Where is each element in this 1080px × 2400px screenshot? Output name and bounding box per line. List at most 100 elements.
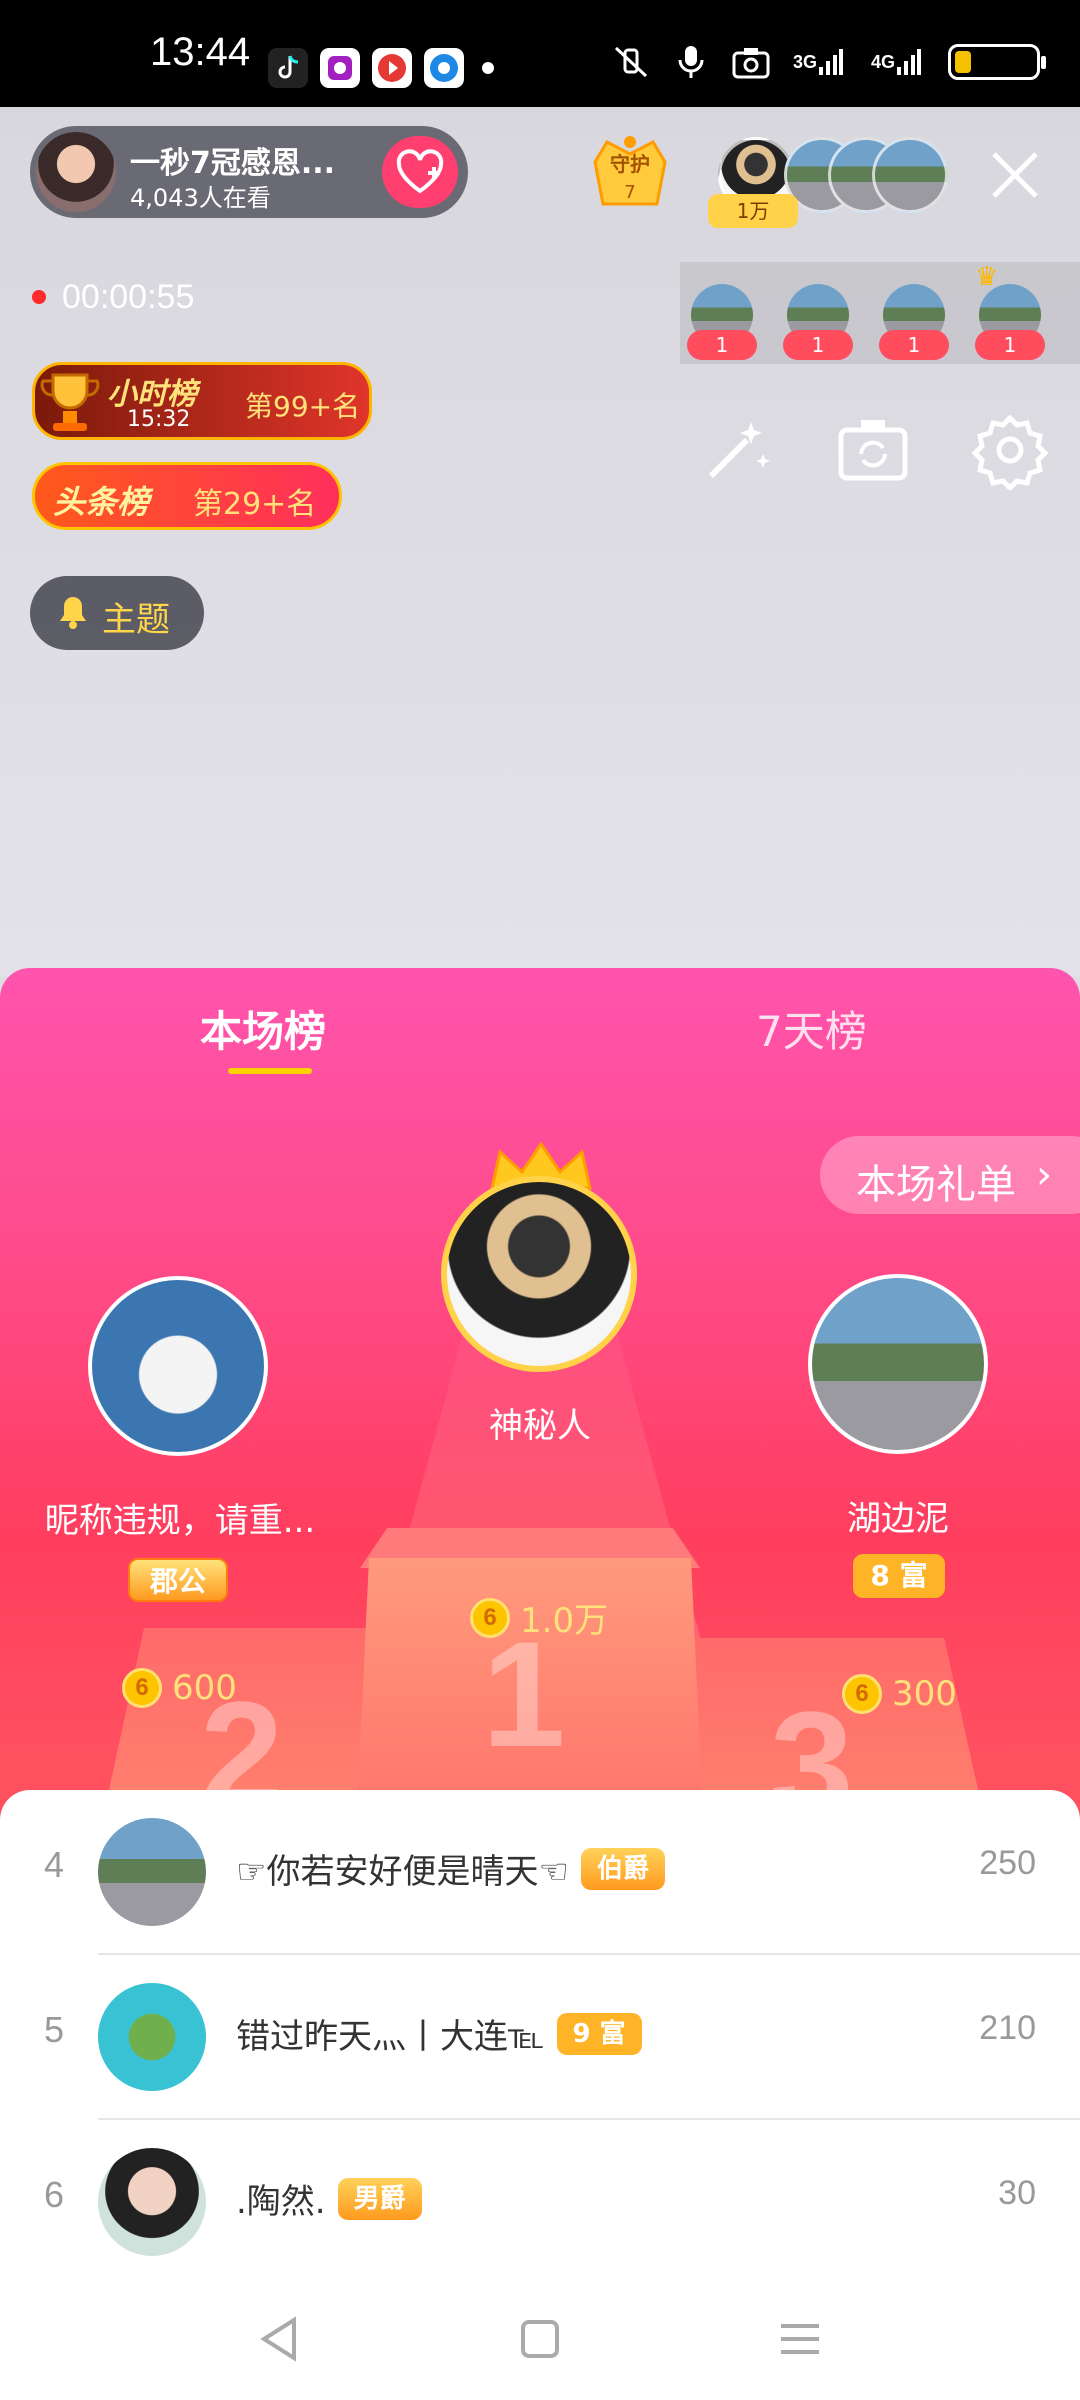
third-place-badge: 8 富 — [853, 1554, 945, 1598]
list-item-score: 210 — [979, 2009, 1036, 2047]
browser-icon — [424, 48, 464, 88]
list-item-name-wrap: 错过昨天灬丨大连℡ 9 富 — [236, 2009, 642, 2058]
menu-lines-icon — [781, 2324, 819, 2354]
list-item-name-wrap: ☞你若安好便是晴天☜ 伯爵 — [236, 1844, 665, 1893]
coin-icon: 6 — [842, 1674, 882, 1714]
first-place-score-value: 1.0万 — [520, 1601, 609, 1641]
back-triangle-icon — [260, 2316, 296, 2362]
heart-plus-icon — [396, 149, 444, 194]
signal-3g-icon: 3G — [792, 44, 844, 80]
online-user-tag: 1 — [975, 330, 1045, 360]
list-item[interactable]: 4 ☞你若安好便是晴天☜ 伯爵 250 — [0, 1790, 1080, 1955]
flip-camera-icon — [838, 420, 908, 481]
list-item-badge: 9 富 — [556, 2012, 642, 2055]
theme-label: 主题 — [102, 600, 170, 640]
second-place-avatar[interactable] — [88, 1276, 268, 1456]
live-timer: 00:00:55 — [62, 278, 195, 316]
first-place-name: 神秘人 — [489, 1406, 591, 1446]
second-place-badge: 郡公 — [128, 1558, 228, 1602]
gear-icon — [971, 414, 1049, 492]
list-item-name: 错过昨天灬丨大连℡ — [236, 2017, 545, 2057]
home-button[interactable] — [505, 2304, 575, 2374]
coin-icon: 6 — [122, 1668, 162, 1708]
host-name: 一秒7冠感恩... — [130, 146, 336, 181]
online-user-tag: 1 — [783, 330, 853, 360]
tab-7-days[interactable]: 7天榜 — [756, 998, 867, 1059]
list-item-avatar[interactable] — [98, 1983, 206, 2091]
follow-button[interactable] — [382, 136, 458, 208]
hour-rank-position: 第99+名 — [245, 390, 361, 423]
viewer-avatar[interactable] — [872, 137, 948, 213]
list-item-badge: 男爵 — [337, 2177, 422, 2220]
third-place-score: 6 300 — [842, 1674, 957, 1714]
battery-icon — [948, 44, 1046, 80]
list-item-score: 250 — [979, 1844, 1036, 1882]
live-video-area[interactable] — [0, 107, 1080, 977]
list-item-avatar[interactable] — [98, 2148, 206, 2256]
settings-button[interactable] — [970, 410, 1050, 492]
guard-label: 守护 — [610, 152, 650, 176]
list-item-name: ☞你若安好便是晴天☜ — [236, 1852, 569, 1892]
signal-4g-icon: 4G — [866, 44, 926, 80]
recents-button[interactable] — [765, 2304, 835, 2374]
list-item[interactable]: 5 错过昨天灬丨大连℡ 9 富 210 — [0, 1955, 1080, 2120]
gift-list-button[interactable]: 本场礼单 › — [820, 1136, 1080, 1214]
magic-wand-icon — [708, 422, 770, 479]
online-user-tag: 1 — [687, 330, 757, 360]
video-icon — [372, 48, 412, 88]
mic-icon — [672, 44, 710, 80]
viewer-contribution-tag: 1万 — [708, 194, 798, 228]
app-icon — [320, 48, 360, 88]
list-item-avatar[interactable] — [98, 1818, 206, 1926]
list-item-name: .陶然. — [236, 2182, 326, 2222]
tab-current-session[interactable]: 本场榜 — [200, 998, 326, 1059]
battery-fill — [955, 51, 971, 73]
host-avatar[interactable] — [36, 132, 116, 212]
signal-3g-label: 3G — [792, 51, 817, 72]
status-time: 13:44 — [150, 30, 251, 74]
host-info-pill[interactable]: 一秒7冠感恩... 4,043人在看 — [30, 126, 468, 218]
system-navigation-bar — [0, 2280, 1080, 2400]
status-bar: 13:44 3G 4G — [0, 0, 1080, 107]
third-place-avatar[interactable] — [808, 1274, 988, 1454]
list-item-rank: 6 — [44, 2174, 65, 2215]
trophy-icon — [40, 373, 100, 431]
close-button[interactable] — [980, 140, 1050, 210]
back-button[interactable] — [244, 2304, 314, 2374]
list-item-score: 30 — [998, 2174, 1036, 2212]
list-item[interactable]: 6 .陶然. 男爵 30 — [0, 2120, 1080, 2285]
headline-rank-badge[interactable]: 头条榜 第29+名 — [32, 462, 342, 530]
close-icon — [992, 152, 1038, 198]
mute-icon — [612, 44, 650, 80]
tiktok-icon — [268, 48, 308, 88]
first-place-score: 6 1.0万 — [470, 1593, 608, 1642]
online-user-tag: 1 — [879, 330, 949, 360]
recording-dot — [32, 290, 46, 304]
hour-rank-badge[interactable]: 小时榜 15:32 第99+名 — [32, 362, 372, 440]
list-item-rank: 5 — [44, 2009, 65, 2050]
host-viewer-count: 4,043人在看 — [130, 184, 271, 212]
chevron-right-icon: › — [1036, 1152, 1052, 1198]
guard-badge[interactable]: 守护 7 — [585, 132, 675, 218]
hour-rank-time: 15:32 — [127, 407, 191, 432]
headline-rank-title: 头条榜 — [53, 483, 150, 521]
flip-camera-button[interactable] — [833, 410, 913, 490]
second-place-score-value: 600 — [172, 1668, 237, 1708]
camera-icon — [732, 44, 770, 80]
list-item-rank: 4 — [44, 1844, 65, 1885]
beauty-wand-button[interactable] — [697, 410, 777, 490]
bell-icon — [60, 597, 86, 629]
theme-button[interactable]: 主题 — [30, 576, 204, 650]
second-place-name: 昵称违规，请重... — [44, 1501, 316, 1541]
headline-rank-position: 第29+名 — [193, 487, 317, 522]
crown-icon: ♛ — [975, 262, 999, 292]
guard-count: 7 — [624, 182, 636, 203]
second-place-score: 6 600 — [122, 1668, 237, 1708]
signal-4g-label: 4G — [870, 51, 895, 72]
gift-list-label: 本场礼单 — [856, 1162, 1016, 1208]
first-place-avatar[interactable] — [441, 1176, 637, 1372]
list-item-name-wrap: .陶然. 男爵 — [236, 2174, 422, 2223]
third-place-name: 湖边泥 — [847, 1499, 949, 1539]
notification-dot — [482, 62, 494, 74]
home-square-icon — [521, 2320, 559, 2358]
